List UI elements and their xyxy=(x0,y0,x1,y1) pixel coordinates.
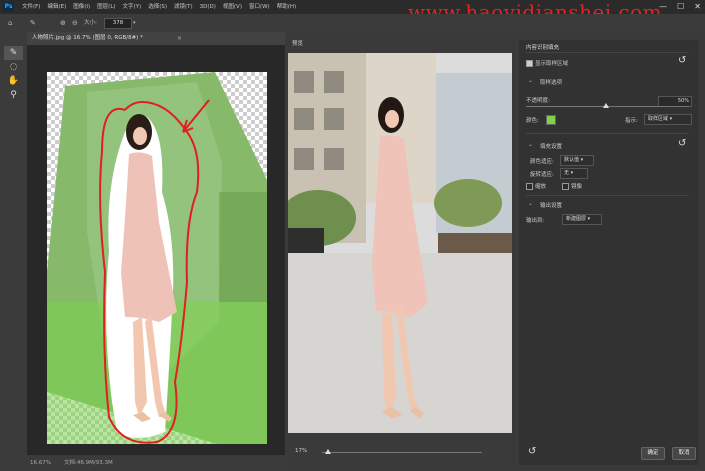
sampling-section-title: 取样选项 xyxy=(540,80,563,86)
rotation-adapt-dropdown[interactable]: 无 ▾ xyxy=(560,168,588,179)
ok-button[interactable]: 确定 xyxy=(641,447,665,460)
document-canvas[interactable] xyxy=(47,72,267,444)
rotation-adapt-value: 无 xyxy=(564,170,570,176)
menu-item[interactable]: 编辑(E) xyxy=(47,0,66,14)
mirror-label: 镜像 xyxy=(571,184,583,190)
output-to-value: 新建图层 xyxy=(566,216,587,222)
divider xyxy=(526,133,689,134)
size-dropdown-icon[interactable]: ▾ xyxy=(133,14,136,32)
preview-zoom-value: 17% xyxy=(295,448,308,454)
menu-item[interactable]: 文字(Y) xyxy=(123,0,142,14)
hand-tool-icon[interactable]: ✋ xyxy=(4,74,23,88)
chevron-down-icon[interactable]: ⌄ xyxy=(528,141,533,148)
chevron-down-icon[interactable]: ⌄ xyxy=(528,77,533,84)
menu-item[interactable]: 图像(I) xyxy=(73,0,90,14)
sampling-brush-tool-icon[interactable]: ✎ xyxy=(4,46,23,60)
output-to-dropdown[interactable]: 新建图层 ▾ xyxy=(562,214,602,225)
window-controls: — ☐ ✕ xyxy=(659,1,701,13)
color-adapt-value: 默认值 xyxy=(564,157,580,163)
options-bar: ⌂ ✎ ⊕ ⊖ 大小: 378 ▾ xyxy=(0,14,705,33)
doc-zoom-readout: 16.67% xyxy=(30,460,51,466)
reset-all-icon[interactable]: ↺ xyxy=(678,55,686,66)
preview-zoom-slider-handle[interactable] xyxy=(325,449,331,454)
preview-image xyxy=(288,53,512,433)
car-left xyxy=(288,228,324,254)
lasso-tool-icon[interactable]: ◌ xyxy=(4,60,23,74)
indicates-dropdown[interactable]: 取样区域 ▾ xyxy=(644,114,692,125)
indicates-label: 指示: xyxy=(625,118,638,124)
size-label: 大小: xyxy=(84,20,97,26)
toolbar: ✎ ◌ ✋ ⚲ xyxy=(0,32,28,471)
maximize-button[interactable]: ☐ xyxy=(677,1,684,13)
close-window-button[interactable]: ✕ xyxy=(694,1,701,13)
chevron-down-icon[interactable]: ⌄ xyxy=(528,200,533,207)
canvas-image xyxy=(47,72,267,444)
subtract-mode-icon[interactable]: ⊖ xyxy=(72,14,78,32)
panel-title: 内容识别填充 xyxy=(526,45,560,51)
menu-item[interactable]: 滤镜(T) xyxy=(174,0,193,14)
lasso-brush-icon[interactable]: ✎ xyxy=(30,14,36,32)
zoom-tool-icon[interactable]: ⚲ xyxy=(4,88,23,102)
color-label: 颜色: xyxy=(526,118,539,124)
document-status-bar: 16.67% 文档:46.9M/93.3M xyxy=(27,455,285,471)
color-adapt-dropdown[interactable]: 默认值 ▾ xyxy=(560,155,594,166)
menu-item[interactable]: 窗口(W) xyxy=(249,0,270,14)
reset-fill-settings-icon[interactable]: ↺ xyxy=(678,138,686,149)
document-tab-title: 人物照片.jpg @ 16.7% (图层 0, RGB/8#) * xyxy=(32,35,143,41)
trees-right xyxy=(434,179,502,227)
menu-item[interactable]: 图层(L) xyxy=(97,0,115,14)
cancel-button[interactable]: 取消 xyxy=(672,447,696,460)
menu-item[interactable]: 帮助(H) xyxy=(277,0,296,14)
rotation-adapt-label: 旋转适应: xyxy=(530,172,554,178)
home-icon[interactable]: ⌂ xyxy=(8,14,12,32)
menu-item[interactable]: 文件(F) xyxy=(22,0,40,14)
color-adapt-label: 颜色适应: xyxy=(530,159,554,165)
scale-checkbox[interactable] xyxy=(526,183,533,190)
preview-title: 预览 xyxy=(292,41,304,47)
fill-section-title: 填充设置 xyxy=(540,144,563,150)
output-section-title: 输出设置 xyxy=(540,203,563,209)
menu-item[interactable]: 3D(D) xyxy=(200,0,216,14)
close-tab-icon[interactable]: × xyxy=(177,32,182,45)
divider xyxy=(526,52,689,53)
preview-zoom-slider[interactable] xyxy=(322,452,482,453)
photoshop-logo-icon: Ps xyxy=(3,2,14,12)
document-tab[interactable]: 人物照片.jpg @ 16.7% (图层 0, RGB/8#) * × xyxy=(27,32,285,46)
reset-icon[interactable]: ↺ xyxy=(528,446,536,457)
opacity-label: 不透明度: xyxy=(526,98,550,104)
menu-item[interactable]: 选择(S) xyxy=(148,0,167,14)
add-mode-icon[interactable]: ⊕ xyxy=(60,14,66,32)
doc-size-info: 文档:46.9M/93.3M xyxy=(64,460,113,466)
scale-label: 缩放 xyxy=(535,184,547,190)
sampling-color-swatch[interactable] xyxy=(546,115,556,125)
show-sampling-area-checkbox[interactable] xyxy=(526,60,533,67)
menu-items: 文件(F) 编辑(E) 图像(I) 图层(L) 文字(Y) 选择(S) 滤镜(T) 3D(D)… xyxy=(22,0,296,14)
divider xyxy=(526,195,689,196)
output-to-label: 输出到: xyxy=(526,218,545,224)
opacity-slider-handle[interactable] xyxy=(603,103,609,108)
mirror-checkbox[interactable] xyxy=(562,183,569,190)
show-sampling-area-label: 显示取样区域 xyxy=(535,61,569,67)
menu-item[interactable]: 视图(V) xyxy=(223,0,242,14)
indicates-value: 取样区域 xyxy=(648,116,669,122)
size-input[interactable]: 378 xyxy=(104,18,132,29)
